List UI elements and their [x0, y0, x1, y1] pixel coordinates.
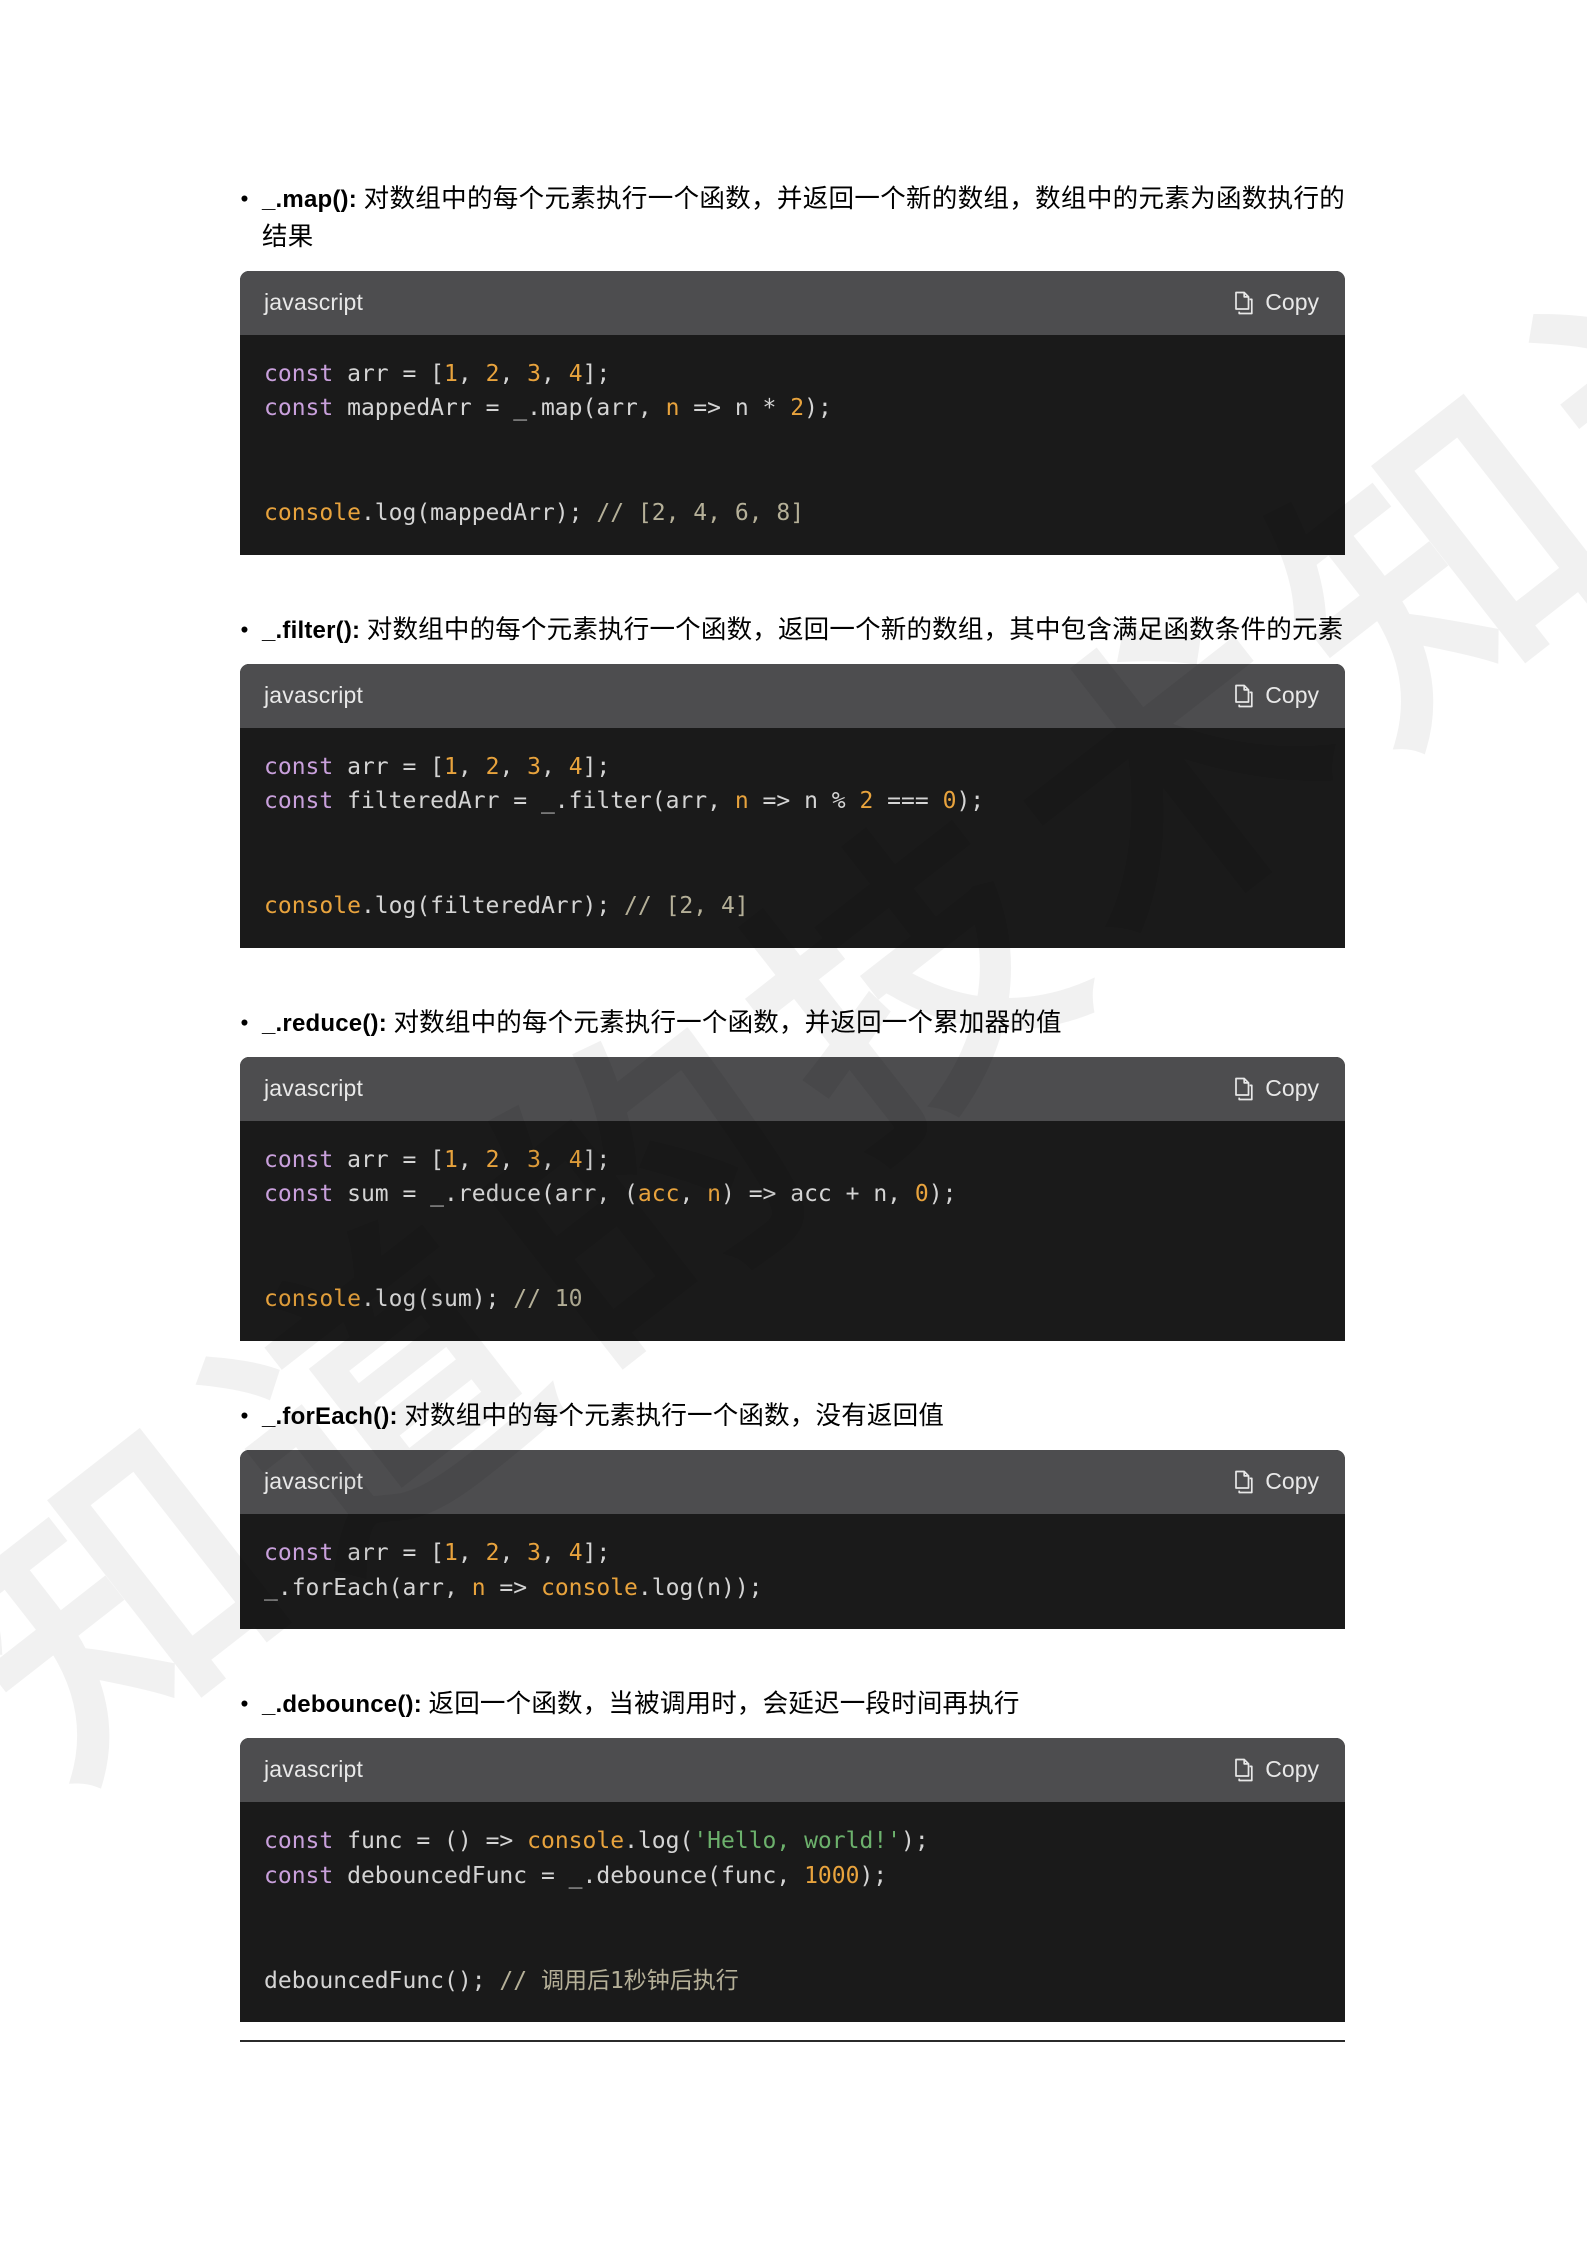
code-line: const arr = [1, 2, 3, 4];	[264, 1539, 611, 1566]
copy-icon	[1233, 291, 1255, 315]
copy-button-filter[interactable]: Copy	[1233, 682, 1319, 709]
code-body-debounce[interactable]: const func = () => console.log('Hello, w…	[240, 1801, 1345, 2023]
bullet-paragraph-foreach: • _.forEach(): 对数组中的每个元素执行一个函数，没有返回值	[240, 1397, 1345, 1435]
code-line: debouncedFunc(); // 调用后1秒钟后执行	[264, 1967, 739, 1994]
copy-button-label: Copy	[1265, 289, 1319, 315]
copy-button-label: Copy	[1265, 1075, 1319, 1102]
api-name-reduce: _.reduce():	[262, 1010, 387, 1038]
api-description-foreach: 对数组中的每个元素执行一个函数，没有返回值	[404, 1401, 945, 1431]
code-block-header-reduce: javascript Copy	[240, 1056, 1345, 1121]
bullet-paragraph-reduce: • _.reduce(): 对数组中的每个元素执行一个函数，并返回一个累加器的值	[240, 1004, 1345, 1042]
bullet-paragraph-filter: • _.filter(): 对数组中的每个元素执行一个函数，返回一个新的数组，其中…	[240, 611, 1345, 649]
copy-button-label: Copy	[1265, 1756, 1319, 1783]
bullet-paragraph-map: • _.map(): 对数组中的每个元素执行一个函数，并返回一个新的数组，数组中的…	[240, 180, 1345, 257]
api-description-reduce: 对数组中的每个元素执行一个函数，并返回一个累加器的值	[393, 1008, 1062, 1038]
copy-button-reduce[interactable]: Copy	[1233, 1075, 1319, 1102]
code-language-label: javascript	[264, 1075, 364, 1102]
code-line: const arr = [1, 2, 3, 4];	[264, 1146, 611, 1173]
code-block-foreach: javascript Copy const arr = [1, 2, 3, 4]; _…	[240, 1449, 1345, 1630]
code-block-header-foreach: javascript Copy	[240, 1449, 1345, 1514]
code-block-debounce: javascript Copy const func = () => console…	[240, 1737, 1345, 2023]
code-line: console.log(filteredArr); // [2, 4]	[264, 893, 749, 920]
code-line: const sum = _.reduce(arr, (acc, n) => ac…	[264, 1181, 957, 1208]
code-block-header-filter: javascript Copy	[240, 663, 1345, 728]
bullet-marker: •	[240, 184, 250, 213]
code-line: _.forEach(arr, n => console.log(n));	[264, 1574, 763, 1601]
api-description-debounce: 返回一个函数，当被调用时，会延迟一段时间再执行	[428, 1689, 1020, 1719]
code-block-header-debounce: javascript Copy	[240, 1737, 1345, 1802]
copy-button-debounce[interactable]: Copy	[1233, 1756, 1319, 1783]
code-language-label: javascript	[264, 289, 364, 315]
code-language-label: javascript	[264, 1756, 364, 1783]
api-name-foreach: _.forEach():	[262, 1403, 398, 1431]
code-line: console.log(sum); // 10	[264, 1286, 583, 1313]
copy-icon	[1233, 1758, 1255, 1782]
code-line: const mappedArr = _.map(arr, n => n * 2)…	[264, 395, 832, 422]
code-block-map: javascript Copy const arr = [1, 2, 3, 4]; c…	[240, 270, 1345, 556]
copy-icon	[1233, 1470, 1255, 1494]
bullet-marker: •	[240, 1008, 250, 1038]
code-language-label: javascript	[264, 682, 364, 709]
api-description-map: 对数组中的每个元素执行一个函数，并返回一个新的数组，数组中的元素为函数执行的结果	[262, 184, 1345, 252]
code-line: const func = () => console.log('Hello, w…	[264, 1827, 929, 1854]
document-page: • _.map(): 对数组中的每个元素执行一个函数，并返回一个新的数组，数组中的…	[0, 0, 1587, 2245]
code-language-label: javascript	[264, 1468, 364, 1495]
code-line: const arr = [1, 2, 3, 4];	[264, 360, 611, 387]
api-name-filter: _.filter():	[262, 617, 361, 645]
code-line: console.log(mappedArr); // [2, 4, 6, 8]	[264, 500, 805, 527]
code-block-reduce: javascript Copy const arr = [1, 2, 3, 4]; c…	[240, 1056, 1345, 1342]
bullet-marker: •	[240, 1689, 250, 1719]
code-body-filter[interactable]: const arr = [1, 2, 3, 4]; const filteredA…	[240, 727, 1345, 949]
code-block-header-map: javascript Copy	[240, 270, 1345, 335]
content-column: • _.map(): 对数组中的每个元素执行一个函数，并返回一个新的数组，数组中的…	[240, 180, 1345, 2043]
code-line: const debouncedFunc = _.debounce(func, 1…	[264, 1862, 888, 1889]
api-name-map: _.map():	[262, 186, 357, 213]
copy-button-foreach[interactable]: Copy	[1233, 1468, 1319, 1495]
code-line: const arr = [1, 2, 3, 4];	[264, 753, 611, 780]
code-body-map[interactable]: const arr = [1, 2, 3, 4]; const mappedArr…	[240, 334, 1345, 556]
copy-icon	[1233, 684, 1255, 708]
copy-button-label: Copy	[1265, 682, 1319, 709]
bullet-paragraph-debounce: • _.debounce(): 返回一个函数，当被调用时，会延迟一段时间再执行	[240, 1685, 1345, 1723]
api-name-debounce: _.debounce():	[262, 1691, 422, 1719]
copy-icon	[1233, 1077, 1255, 1101]
api-description-filter: 对数组中的每个元素执行一个函数，返回一个新的数组，其中包含满足函数条件的元素	[366, 615, 1344, 645]
page-divider	[240, 2040, 1345, 2043]
copy-button-map[interactable]: Copy	[1233, 289, 1319, 316]
code-body-foreach[interactable]: const arr = [1, 2, 3, 4]; _.forEach(arr, …	[240, 1513, 1345, 1630]
code-body-reduce[interactable]: const arr = [1, 2, 3, 4]; const sum = _.r…	[240, 1120, 1345, 1342]
bullet-marker: •	[240, 1401, 250, 1431]
bullet-marker: •	[240, 615, 250, 645]
copy-button-label: Copy	[1265, 1468, 1319, 1495]
code-line: const filteredArr = _.filter(arr, n => n…	[264, 788, 985, 815]
code-block-filter: javascript Copy const arr = [1, 2, 3, 4]; c…	[240, 663, 1345, 949]
